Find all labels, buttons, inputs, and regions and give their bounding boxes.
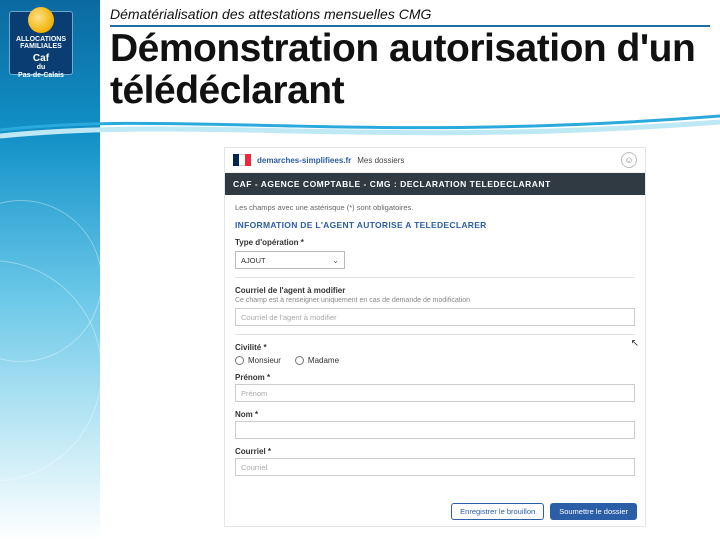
page-title: Démonstration autorisation d'un télédécl…: [110, 28, 710, 112]
divider: [235, 277, 635, 278]
section-heading: INFORMATION DE L'AGENT AUTORISE A TELEDE…: [235, 220, 635, 230]
prenom-label: Prénom *: [235, 373, 635, 382]
divider: [235, 334, 635, 335]
courriel-modifier-label: Courriel de l'agent à modifier: [235, 286, 635, 295]
form-title-banner: CAF - AGENCE COMPTABLE - CMG : DECLARATI…: [225, 173, 645, 195]
caf-logo-text: ALLOCATIONS FAMILIALES Caf du Pas-de-Cal…: [16, 7, 66, 80]
caf-logo: ALLOCATIONS FAMILIALES Caf du Pas-de-Cal…: [10, 12, 72, 74]
cursor-icon: ↖: [631, 338, 639, 349]
sun-icon: [28, 7, 54, 33]
chevron-down-icon: ⌄: [332, 256, 339, 265]
civilite-label: Civilité *: [235, 343, 635, 352]
site-brand[interactable]: demarches-simplifiees.fr: [257, 156, 351, 165]
courriel-input[interactable]: Courriel: [235, 458, 635, 476]
user-menu-icon[interactable]: ☺: [621, 152, 637, 168]
nom-input[interactable]: [235, 421, 635, 439]
prenom-input[interactable]: Prénom: [235, 384, 635, 402]
left-decorative-band: ALLOCATIONS FAMILIALES Caf du Pas-de-Cal…: [0, 0, 100, 540]
nav-mes-dossiers[interactable]: Mes dossiers: [357, 156, 404, 165]
nom-label: Nom *: [235, 410, 635, 419]
mandatory-hint: Les champs avec une astérisque (*) sont …: [235, 203, 635, 212]
save-draft-button[interactable]: Enregistrer le brouillon: [451, 503, 544, 520]
form-body: Les champs avec une astérisque (*) sont …: [225, 195, 645, 492]
radio-monsieur[interactable]: Monsieur: [235, 356, 281, 365]
courriel-modifier-input[interactable]: Courriel de l'agent à modifier: [235, 308, 635, 326]
courriel-label: Courriel *: [235, 447, 635, 456]
france-flag-icon: [233, 154, 251, 166]
form-footer-buttons: Enregistrer le brouillon Soumettre le do…: [451, 503, 637, 520]
civilite-radios: Monsieur Madame: [235, 356, 635, 365]
slide: ALLOCATIONS FAMILIALES Caf du Pas-de-Cal…: [0, 0, 720, 540]
form-header: demarches-simplifiees.fr Mes dossiers ☺: [225, 148, 645, 173]
type-operation-label: Type d'opération *: [235, 238, 635, 247]
wave-divider: [0, 110, 720, 142]
submit-button[interactable]: Soumettre le dossier: [550, 503, 637, 520]
pre-title: Dématérialisation des attestations mensu…: [110, 6, 431, 22]
type-operation-select[interactable]: AJOUT ⌄: [235, 251, 345, 269]
radio-madame[interactable]: Madame: [295, 356, 339, 365]
courriel-modifier-hint: Ce champ est à renseigner uniquement en …: [235, 297, 635, 304]
embedded-form: demarches-simplifiees.fr Mes dossiers ☺ …: [225, 148, 645, 526]
type-operation-value: AJOUT: [241, 256, 266, 265]
